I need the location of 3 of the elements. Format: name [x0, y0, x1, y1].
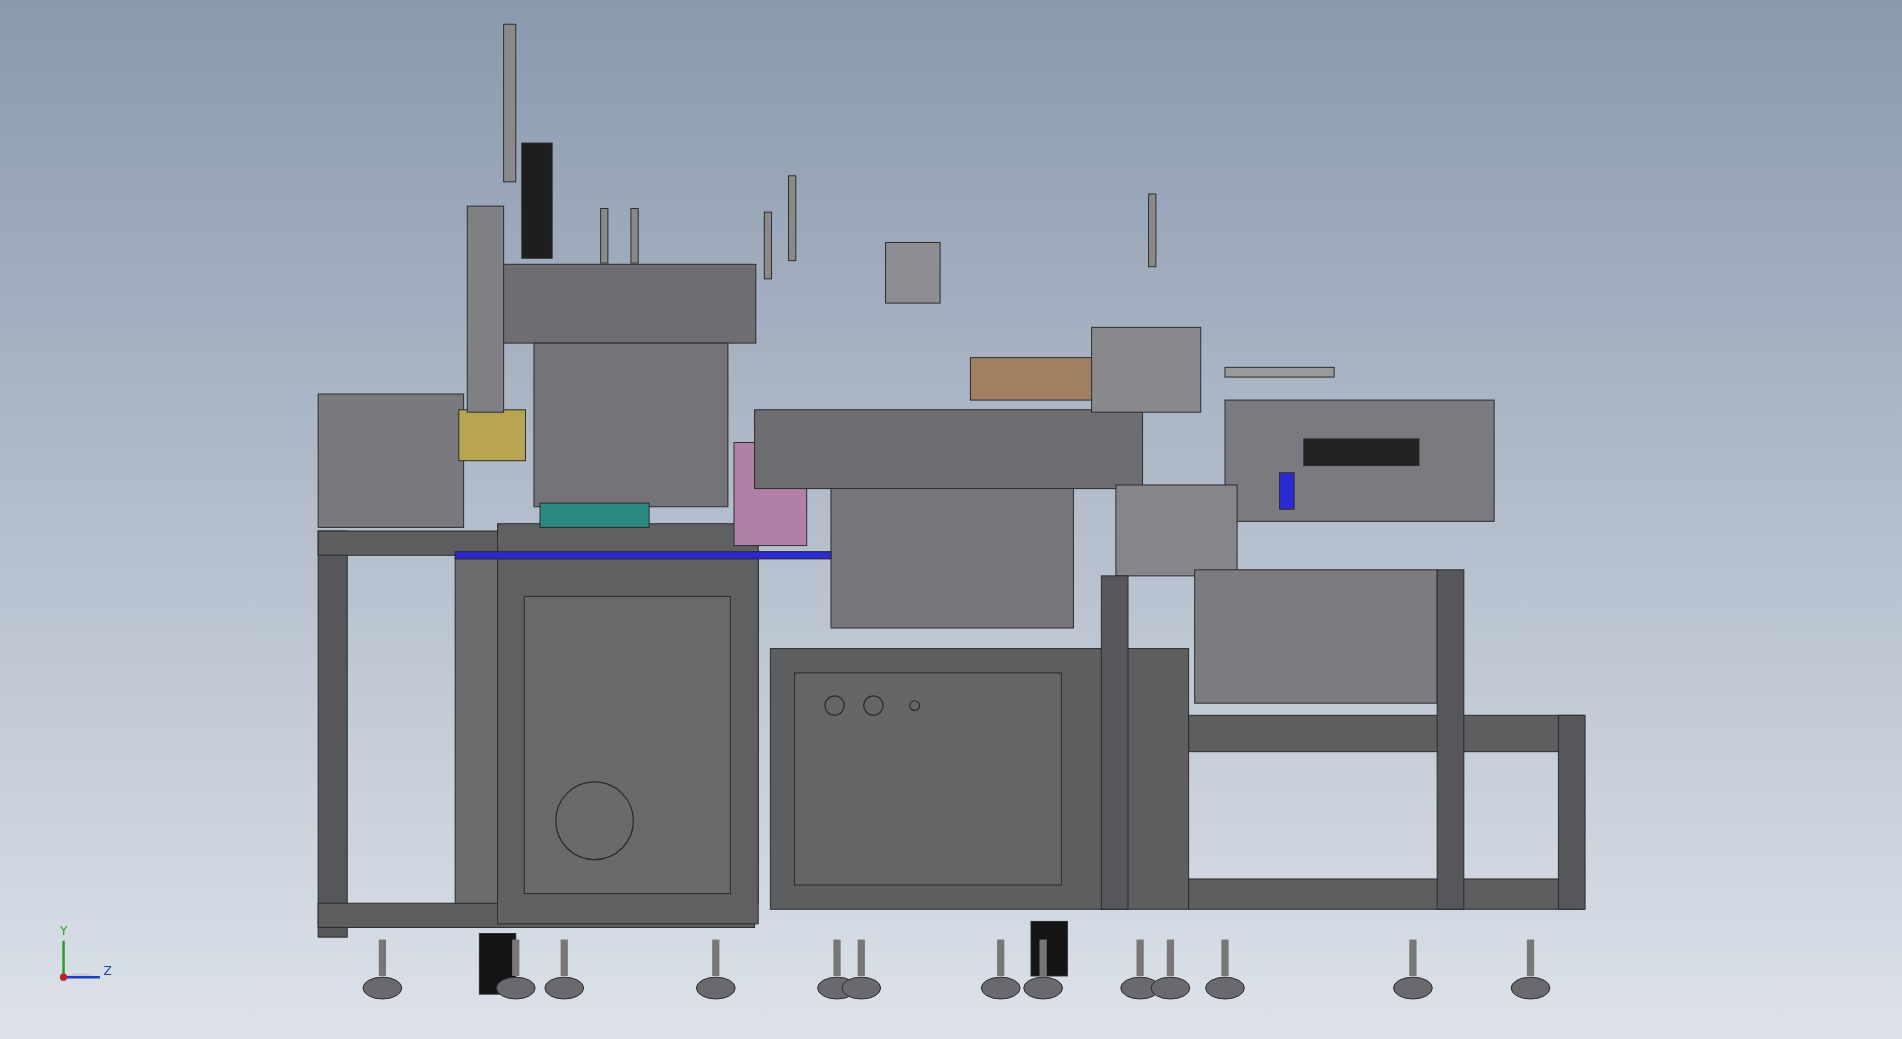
axis-label: Z: [103, 963, 112, 978]
axis-triad-icon: [59, 940, 100, 981]
axis-label: Y: [59, 923, 68, 938]
